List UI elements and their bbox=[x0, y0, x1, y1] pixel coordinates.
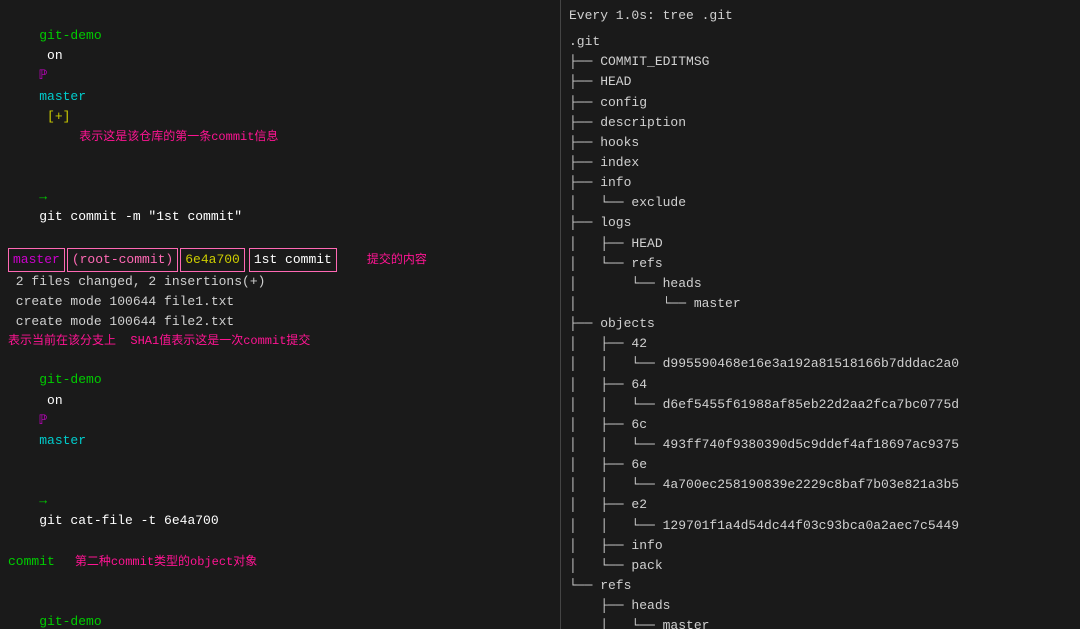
prompt-line-3: git-demo on ℙ master bbox=[8, 592, 552, 629]
tree-obj-64: │ ├── 64 bbox=[569, 375, 1072, 395]
tree-logs: ├── logs bbox=[569, 213, 1072, 233]
tree-logs-master: │ └── master bbox=[569, 294, 1072, 314]
annotation-commit-type: 第二种commit类型的object对象 bbox=[75, 553, 257, 571]
tree-obj-6e: │ ├── 6e bbox=[569, 455, 1072, 475]
cmd-catfile-t: → git cat-file -t 6e4a700 bbox=[8, 471, 552, 552]
commit-msg-box: 1st commit bbox=[249, 248, 337, 272]
tree-head: ├── HEAD bbox=[569, 72, 1072, 92]
create-file1: create mode 100644 file1.txt bbox=[8, 292, 552, 312]
commit-type-text: commit bbox=[8, 552, 55, 572]
tree-config: ├── config bbox=[569, 93, 1072, 113]
tree-obj-64-hash: │ │ └── d6ef5455f61988af85eb22d2aa2fca7b… bbox=[569, 395, 1072, 415]
tree-logs-refs: │ └── refs bbox=[569, 254, 1072, 274]
tree-obj-info: │ ├── info bbox=[569, 536, 1072, 556]
sha-box: 6e4a700 bbox=[180, 248, 245, 272]
tree-logs-heads: │ └── heads bbox=[569, 274, 1072, 294]
cmd-text-1: git commit -m "1st commit" bbox=[39, 209, 242, 224]
annotation-first-commit: 表示这是该仓库的第一条commit信息 bbox=[79, 130, 278, 144]
tree-root: .git bbox=[569, 32, 1072, 52]
tree-logs-head: │ ├── HEAD bbox=[569, 234, 1072, 254]
tree-obj-pack: │ └── pack bbox=[569, 556, 1072, 576]
commit-type-line: commit 第二种commit类型的object对象 bbox=[8, 552, 552, 572]
branch-name-1: master bbox=[39, 89, 86, 104]
tree-index: ├── index bbox=[569, 153, 1072, 173]
tree-refs: └── refs bbox=[569, 576, 1072, 596]
prompt-line-1: git-demo on ℙ master [+] 表示这是该仓库的第一条comm… bbox=[8, 6, 552, 167]
tree-obj-6c-hash: │ │ └── 493ff740f9380390d5c9ddef4af18697… bbox=[569, 435, 1072, 455]
username-1: git-demo bbox=[39, 28, 101, 43]
annotation-content: 提交的内容 bbox=[367, 251, 427, 269]
tree-obj-e2: │ ├── e2 bbox=[569, 495, 1072, 515]
dirty-flag-1: [+] bbox=[39, 109, 70, 124]
tree-obj-42-hash: │ │ └── d995590468e16e3a192a81518166b7dd… bbox=[569, 354, 1072, 374]
create-file2: create mode 100644 file2.txt bbox=[8, 312, 552, 332]
tree-refs-heads-master: │ └── master bbox=[569, 616, 1072, 629]
tree-objects: ├── objects bbox=[569, 314, 1072, 334]
tree-obj-42: │ ├── 42 bbox=[569, 334, 1072, 354]
tree-hooks: ├── hooks bbox=[569, 133, 1072, 153]
left-terminal: git-demo on ℙ master [+] 表示这是该仓库的第一条comm… bbox=[0, 0, 560, 629]
tree-watch-header: Every 1.0s: tree .git bbox=[569, 6, 1072, 26]
prompt-line-2: git-demo on ℙ master bbox=[8, 350, 552, 471]
tree-info: ├── info bbox=[569, 173, 1072, 193]
tree-description: ├── description bbox=[569, 113, 1072, 133]
tree-refs-heads: ├── heads bbox=[569, 596, 1072, 616]
tree-obj-6c: │ ├── 6c bbox=[569, 415, 1072, 435]
right-terminal: Every 1.0s: tree .git .git ├── COMMIT_ED… bbox=[560, 0, 1080, 629]
blank-1 bbox=[8, 572, 552, 592]
root-commit-box: (root-commit) bbox=[67, 248, 178, 272]
cmd-commit: → git commit -m "1st commit" bbox=[8, 167, 552, 248]
annotation-branch-sha: 表示当前在该分支上 SHA1值表示这是一次commit提交 bbox=[8, 332, 552, 350]
branch-symbol-1: ℙ bbox=[39, 68, 55, 83]
commit-result-line: master (root-commit) 6e4a700 1st commit … bbox=[8, 248, 552, 272]
tree-obj-6e-hash: │ │ └── 4a700ec258190839e2229c8baf7b03e8… bbox=[569, 475, 1072, 495]
files-changed: 2 files changed, 2 insertions(+) bbox=[8, 272, 552, 292]
branch-box: master bbox=[8, 248, 65, 272]
arrow-icon-1: → bbox=[39, 189, 55, 204]
tree-exclude: │ └── exclude bbox=[569, 193, 1072, 213]
tree-obj-e2-hash: │ │ └── 129701f1a4d54dc44f03c93bca0a2aec… bbox=[569, 516, 1072, 536]
tree-commit-editmsg: ├── COMMIT_EDITMSG bbox=[569, 52, 1072, 72]
